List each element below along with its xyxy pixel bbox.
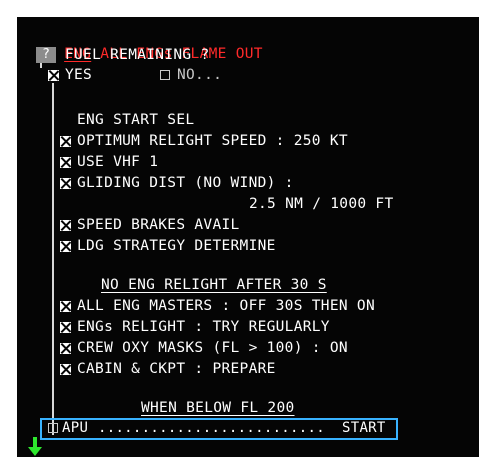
yes-checkbox[interactable] xyxy=(48,70,59,81)
apu-start-row[interactable]: APU .......................... START xyxy=(40,418,398,440)
gliding-dist-value: 2.5 NM / 1000 FT xyxy=(249,196,394,212)
item-engs-relight[interactable]: ENGs RELIGHT : TRY REGULARLY xyxy=(77,318,330,336)
yes-option[interactable]: YES xyxy=(65,66,92,84)
apu-dots: .......................... xyxy=(98,420,325,436)
apu-label: APU xyxy=(62,420,89,436)
tree-line-main xyxy=(52,83,54,435)
checkbox-checked[interactable] xyxy=(60,220,71,231)
apu-checkbox[interactable] xyxy=(48,423,58,433)
arrow-down-icon xyxy=(28,437,42,456)
eng-start-sel: ENG START SEL xyxy=(77,112,195,128)
tree-line-top xyxy=(40,63,42,68)
no-option[interactable]: NO... xyxy=(177,66,222,84)
no-checkbox[interactable] xyxy=(160,70,170,80)
item-speed-brakes[interactable]: SPEED BRAKES AVAIL xyxy=(77,216,240,234)
ecam-screen: ENG ALL ENGs FLAME OUT ? FUEL REMAINING … xyxy=(17,17,479,457)
checkbox-checked[interactable] xyxy=(60,322,71,333)
checkbox-checked[interactable] xyxy=(60,178,71,189)
section-no-relight: NO ENG RELIGHT AFTER 30 S xyxy=(101,277,327,293)
checkbox-checked[interactable] xyxy=(60,241,71,252)
apu-action: START xyxy=(342,420,386,436)
checkbox-checked[interactable] xyxy=(60,136,71,147)
checkbox-checked[interactable] xyxy=(60,343,71,354)
checkbox-checked[interactable] xyxy=(60,301,71,312)
item-crew-oxy[interactable]: CREW OXY MASKS (FL > 100) : ON xyxy=(77,339,348,357)
item-use-vhf[interactable]: USE VHF 1 xyxy=(77,153,158,171)
fuel-remaining-question: FUEL REMAINING ? xyxy=(65,47,210,63)
item-gliding-dist[interactable]: GLIDING DIST (NO WIND) : xyxy=(77,174,294,192)
item-ldg-strategy[interactable]: LDG STRATEGY DETERMINE xyxy=(77,237,276,255)
section-below-fl200: WHEN BELOW FL 200 xyxy=(141,400,295,416)
checkbox-checked[interactable] xyxy=(60,157,71,168)
item-relight-speed[interactable]: OPTIMUM RELIGHT SPEED : 250 KT xyxy=(77,132,348,150)
item-cabin-ckpt[interactable]: CABIN & CKPT : PREPARE xyxy=(77,360,276,378)
item-eng-masters[interactable]: ALL ENG MASTERS : OFF 30S THEN ON xyxy=(77,297,375,315)
question-marker: ? xyxy=(36,47,56,63)
checkbox-checked[interactable] xyxy=(60,364,71,375)
